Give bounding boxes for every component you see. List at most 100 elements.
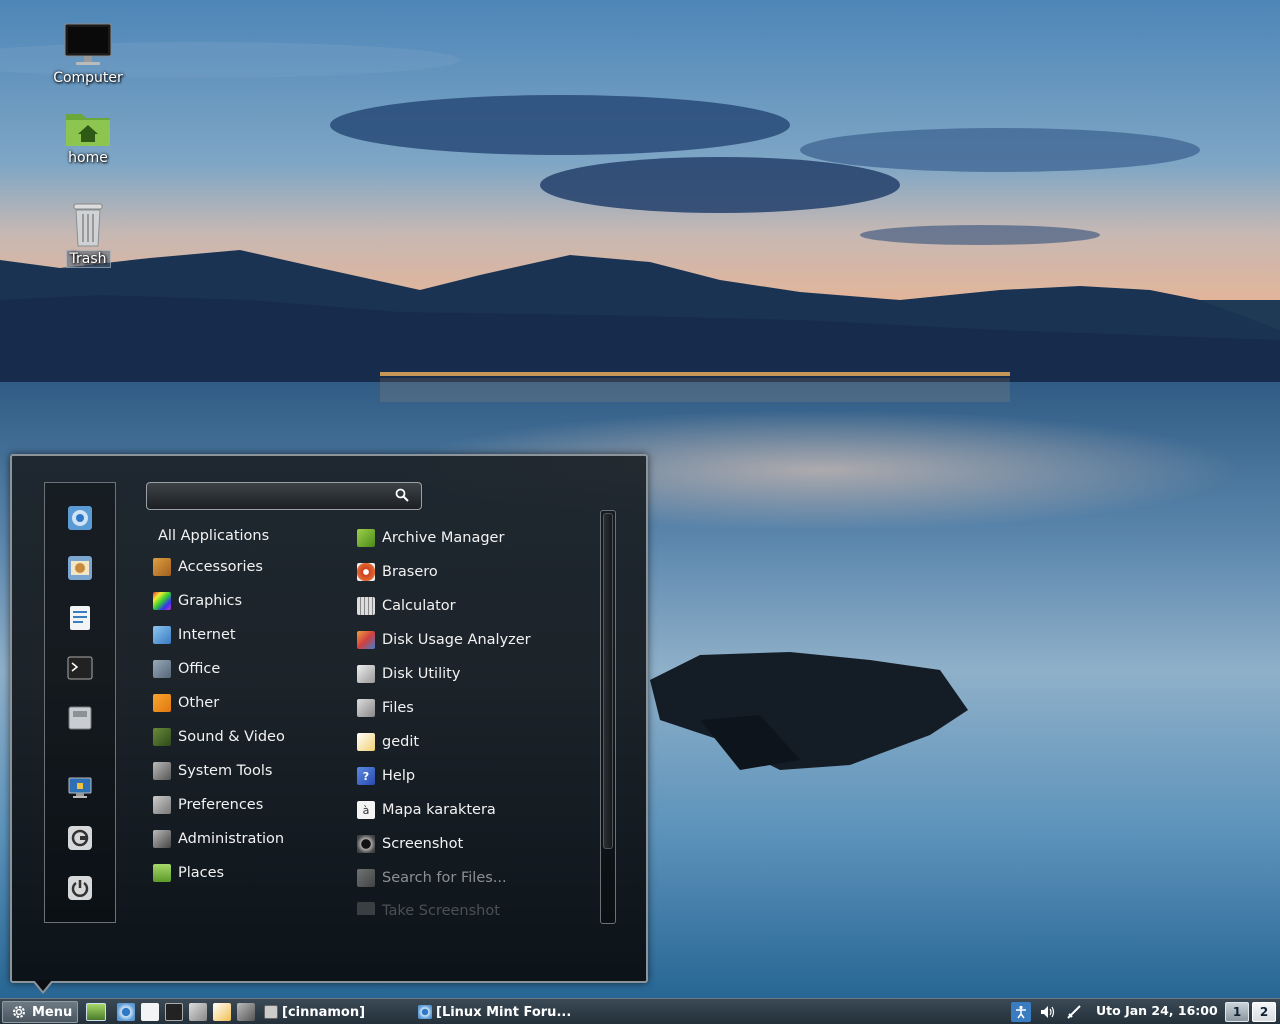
category-accessories[interactable]: Accessories — [153, 554, 263, 580]
text-editor-icon — [70, 606, 90, 630]
window-button-cinnamon[interactable]: [cinnamon] — [264, 1001, 365, 1023]
category-label: Sound & Video — [178, 729, 285, 745]
graphics-icon — [153, 592, 171, 610]
category-internet[interactable]: Internet — [153, 622, 236, 648]
sound-video-icon — [153, 728, 171, 746]
files-icon[interactable] — [189, 1003, 207, 1021]
accessories-icon — [153, 558, 171, 576]
favorite-shutdown[interactable] — [65, 873, 95, 903]
app-calculator[interactable]: Calculator — [357, 593, 456, 619]
desktop-icon-label: Trash — [65, 250, 111, 268]
volume-icon[interactable] — [1040, 1005, 1056, 1019]
chromium-window-icon — [418, 1005, 432, 1019]
desktop-icon-label: home — [68, 150, 108, 166]
show-desktop-icon[interactable] — [86, 1003, 106, 1021]
app-label: Files — [382, 700, 414, 716]
system-tools-icon[interactable] — [237, 1003, 255, 1021]
chromium-icon[interactable] — [117, 1003, 135, 1021]
app-disk-usage-analyzer[interactable]: Disk Usage Analyzer — [357, 627, 531, 653]
screenshot-icon — [357, 835, 375, 853]
system-tools-icon — [153, 762, 171, 780]
category-label: Preferences — [178, 797, 264, 813]
favorite-terminal[interactable] — [65, 653, 95, 683]
category-system-tools[interactable]: System Tools — [153, 758, 272, 784]
category-administration[interactable]: Administration — [153, 826, 284, 852]
desktop-icon-home[interactable]: home — [48, 108, 128, 166]
desktop-icon-trash[interactable]: Trash — [48, 200, 128, 268]
search-icon — [395, 488, 409, 502]
category-places[interactable]: Places — [153, 860, 224, 886]
accessibility-figure-icon — [1016, 1005, 1026, 1019]
desktop-icon-label: Computer — [53, 70, 123, 86]
category-label: Internet — [178, 627, 236, 643]
category-label: All Applications — [158, 528, 270, 544]
help-icon: ? — [357, 767, 375, 785]
favorite-text-editor[interactable] — [65, 603, 95, 633]
app-label: Disk Utility — [382, 666, 461, 682]
workspace-1[interactable]: 1 — [1225, 1002, 1249, 1022]
office-icon — [153, 660, 171, 678]
menu-button[interactable]: Menu — [2, 1001, 78, 1023]
gedit-icon — [357, 733, 375, 751]
app-take-screenshot[interactable]: Take Screenshot — [357, 898, 500, 915]
search-input[interactable] — [146, 482, 422, 510]
scrollbar-thumb[interactable] — [603, 513, 613, 849]
application-menu: All Applications Accessories Graphics In… — [10, 454, 648, 983]
app-disk-utility[interactable]: Disk Utility — [357, 661, 460, 687]
panel-clock[interactable]: Uto Jan 24, 16:00 — [1096, 1003, 1218, 1018]
favorite-chromium[interactable] — [65, 503, 95, 533]
desktop-icon-computer[interactable]: Computer — [48, 22, 128, 86]
internet-icon — [153, 626, 171, 644]
category-office[interactable]: Office — [153, 656, 220, 682]
category-sound-video[interactable]: Sound & Video — [153, 724, 285, 750]
app-help[interactable]: ? Help — [357, 763, 415, 789]
bottom-panel: Menu [cinnamon] [Linux Mint Foru... Uto … — [0, 998, 1280, 1024]
network-icon[interactable] — [1066, 1004, 1082, 1020]
favorite-files[interactable] — [65, 703, 95, 733]
terminal-icon[interactable] — [165, 1003, 183, 1021]
window-button-linux-mint-forum[interactable]: [Linux Mint Foru... — [418, 1001, 571, 1023]
character-map-icon: à — [357, 801, 375, 819]
text-editor-icon[interactable] — [141, 1003, 159, 1021]
files-icon — [68, 706, 92, 730]
category-all-applications[interactable]: All Applications — [158, 523, 269, 549]
app-label: Disk Usage Analyzer — [382, 632, 531, 648]
app-screenshot[interactable]: Screenshot — [357, 831, 463, 857]
archive-manager-icon — [357, 529, 375, 547]
app-list-scrollbar[interactable] — [600, 510, 616, 924]
disk-utility-icon — [357, 665, 375, 683]
window-button-label: [cinnamon] — [282, 1004, 366, 1020]
app-mapa-karaktera[interactable]: à Mapa karaktera — [357, 797, 496, 823]
terminal-icon — [67, 656, 93, 680]
app-label: Screenshot — [382, 836, 464, 852]
app-files[interactable]: Files — [357, 695, 414, 721]
monitor-icon — [64, 23, 112, 65]
home-folder-icon — [66, 114, 110, 146]
category-preferences[interactable]: Preferences — [153, 792, 263, 818]
app-archive-manager[interactable]: Archive Manager — [357, 525, 504, 551]
menu-button-label: Menu — [32, 1004, 73, 1020]
workspace-2[interactable]: 2 — [1252, 1002, 1276, 1022]
category-label: Graphics — [178, 593, 243, 609]
category-graphics[interactable]: Graphics — [153, 588, 242, 614]
search-files-icon — [357, 869, 375, 887]
disk-usage-icon — [357, 631, 375, 649]
favorite-mail[interactable] — [65, 553, 95, 583]
favorite-lock-screen[interactable] — [65, 773, 95, 803]
app-label: Archive Manager — [382, 530, 505, 546]
shutdown-icon — [68, 876, 92, 900]
app-search-for-files[interactable]: Search for Files... — [357, 865, 507, 891]
brasero-icon — [357, 563, 375, 581]
preferences-icon — [153, 796, 171, 814]
app-label: Help — [382, 768, 416, 784]
terminal-window-icon — [264, 1005, 278, 1019]
category-other[interactable]: Other — [153, 690, 219, 716]
accessibility-icon[interactable] — [1011, 1002, 1031, 1022]
favorite-logout[interactable] — [65, 823, 95, 853]
gedit-icon[interactable] — [213, 1003, 231, 1021]
lock-screen-icon — [68, 777, 92, 798]
app-label: Take Screenshot — [382, 903, 500, 915]
files-icon — [357, 699, 375, 717]
app-brasero[interactable]: Brasero — [357, 559, 438, 585]
app-gedit[interactable]: gedit — [357, 729, 419, 755]
